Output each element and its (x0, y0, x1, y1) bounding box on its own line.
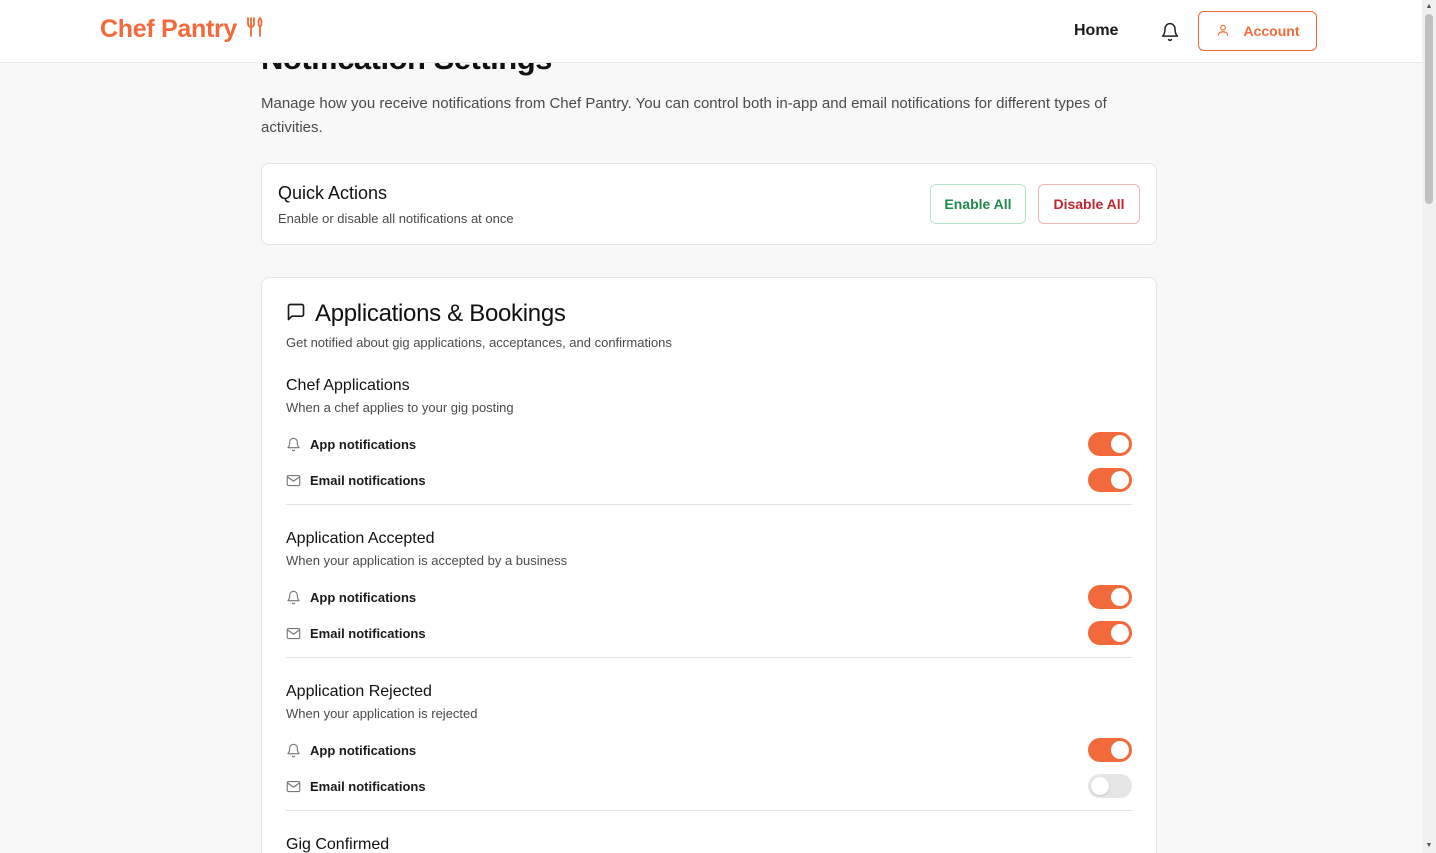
app-notification-row: App notifications (286, 738, 1132, 762)
app-notifications-label: App notifications (310, 436, 417, 452)
group-subtitle: When your application is rejected (286, 706, 478, 721)
notification-group-gig-confirmed: Gig Confirmed (286, 836, 1132, 853)
group-subtitle: When a chef applies to your gig posting (286, 400, 514, 415)
chef-applications-email-toggle[interactable] (1088, 468, 1132, 492)
brand-name: Chef Pantry (100, 15, 238, 43)
account-label: Account (1243, 23, 1300, 39)
application-rejected-app-toggle[interactable] (1088, 738, 1132, 762)
user-icon (1216, 23, 1230, 40)
message-square-icon (286, 302, 306, 327)
group-divider (286, 657, 1132, 658)
group-title: Application Accepted (286, 530, 435, 547)
app-notifications-label: App notifications (310, 589, 417, 605)
section-subtitle: Get notified about gig applications, acc… (286, 335, 672, 350)
bell-icon[interactable] (1160, 22, 1180, 42)
page-description: Manage how you receive notifications fro… (261, 95, 1107, 136)
chef-applications-app-toggle[interactable] (1088, 432, 1132, 456)
mail-icon (286, 778, 302, 794)
group-title: Gig Confirmed (286, 836, 390, 853)
top-navbar: Chef Pantry Home Account (0, 0, 1422, 63)
toggle-knob (1111, 435, 1129, 453)
toggle-knob (1091, 777, 1109, 795)
group-divider (286, 504, 1132, 505)
toggle-knob (1111, 588, 1129, 606)
quick-actions-card: Quick Actions Enable or disable all noti… (261, 163, 1157, 245)
scroll-up-arrow-icon[interactable]: ▲ (1425, 3, 1433, 11)
bell-icon (286, 589, 302, 605)
application-rejected-email-toggle[interactable] (1088, 774, 1132, 798)
section-header: Applications & Bookings (286, 300, 566, 328)
scroll-thumb[interactable] (1425, 14, 1433, 204)
enable-all-button[interactable]: Enable All (930, 184, 1026, 224)
bell-icon (286, 742, 302, 758)
application-accepted-app-toggle[interactable] (1088, 585, 1132, 609)
group-title: Application Rejected (286, 683, 432, 700)
page-scrollbar[interactable]: ▲ ▼ (1422, 0, 1436, 853)
notification-group-application-rejected: Application Rejected When your applicati… (286, 683, 1132, 811)
bell-icon (286, 436, 302, 452)
toggle-knob (1111, 624, 1129, 642)
group-divider (286, 810, 1132, 811)
group-title: Chef Applications (286, 377, 410, 394)
app-notification-row: App notifications (286, 432, 1132, 456)
notification-group-application-accepted: Application Accepted When your applicati… (286, 530, 1132, 658)
section-title: Applications & Bookings (315, 300, 566, 327)
toggle-knob (1111, 741, 1129, 759)
nav-home-link[interactable]: Home (1074, 22, 1118, 40)
toggle-knob (1111, 471, 1129, 489)
email-notification-row: Email notifications (286, 468, 1132, 492)
email-notification-row: Email notifications (286, 621, 1132, 645)
email-notifications-label: Email notifications (310, 472, 426, 488)
email-notifications-label: Email notifications (310, 625, 426, 641)
disable-all-button[interactable]: Disable All (1038, 184, 1140, 224)
quick-actions-subtitle: Enable or disable all notifications at o… (278, 211, 514, 226)
quick-actions-title: Quick Actions (278, 183, 388, 203)
app-notifications-label: App notifications (310, 742, 417, 758)
notification-group-chef-applications: Chef Applications When a chef applies to… (286, 377, 1132, 505)
mail-icon (286, 625, 302, 641)
group-subtitle: When your application is accepted by a b… (286, 553, 568, 568)
application-accepted-email-toggle[interactable] (1088, 621, 1132, 645)
applications-bookings-card: Applications & Bookings Get notified abo… (261, 277, 1157, 853)
scroll-down-arrow-icon[interactable]: ▼ (1425, 842, 1433, 850)
app-notification-row: App notifications (286, 585, 1132, 609)
account-button[interactable]: Account (1198, 11, 1317, 51)
brand-logo[interactable]: Chef Pantry (100, 15, 265, 44)
utensils-icon (245, 16, 265, 43)
email-notifications-label: Email notifications (310, 778, 426, 794)
email-notification-row: Email notifications (286, 774, 1132, 798)
mail-icon (286, 472, 302, 488)
